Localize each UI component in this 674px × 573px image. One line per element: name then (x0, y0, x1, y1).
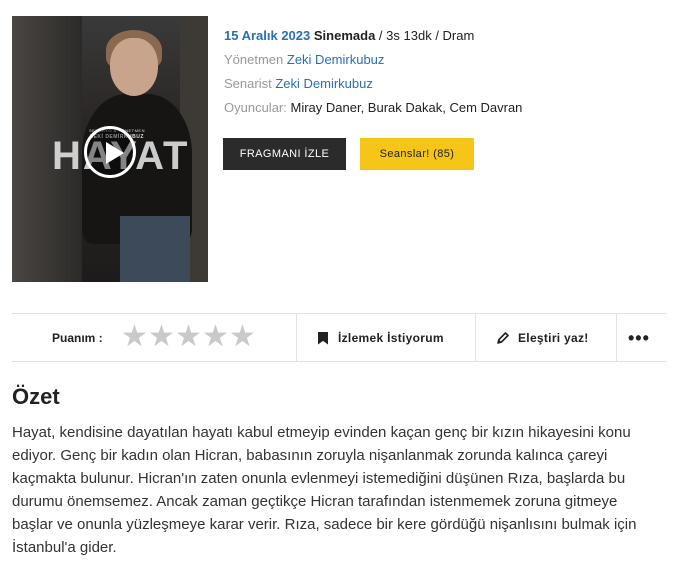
star-icon[interactable]: ★ (175, 322, 202, 352)
rating-bar: Puanım : ★ ★ ★ ★ ★ İzlemek İstiyorum Ele… (12, 313, 666, 362)
separator: / (375, 28, 387, 43)
watchlist-label: İzlemek İstiyorum (338, 331, 444, 345)
summary-text: Hayat, kendisine dayatılan hayatı kabul … (12, 424, 637, 556)
release-row: 15 Aralık 2023 Sinemada / 3s 13dk / Dram (224, 24, 522, 48)
star-icon[interactable]: ★ (202, 322, 229, 352)
more-options-button[interactable]: ••• (628, 314, 650, 362)
cast-label: Oyuncular: (224, 100, 287, 115)
poster-figure-skirt (120, 216, 190, 282)
sessions-button[interactable]: Seanslar! (85) (360, 138, 474, 170)
release-date[interactable]: 15 Aralık 2023 (224, 28, 310, 43)
director-link[interactable]: Zeki Demirkubuz (287, 52, 385, 67)
play-icon[interactable] (84, 126, 136, 178)
divider (475, 314, 476, 362)
director-label: Yönetmen (224, 52, 284, 67)
poster-figure-face (110, 38, 158, 96)
writer-row: Senarist Zeki Demirkubuz (224, 72, 522, 96)
divider (616, 314, 617, 362)
trailer-button[interactable]: FRAGMANI İZLE (223, 138, 346, 170)
summary-title: Özet (12, 384, 60, 409)
divider (296, 314, 297, 362)
bookmark-icon (318, 331, 328, 345)
more-icon: ••• (628, 327, 650, 348)
duration: 3s 13dk (386, 28, 432, 43)
director-row: Yönetmen Zeki Demirkubuz (224, 48, 522, 72)
watchlist-button[interactable]: İzlemek İstiyorum (318, 314, 444, 362)
cast-row: Oyuncular: Miray Daner, Burak Dakak, Cem… (224, 96, 522, 120)
pencil-icon (497, 332, 509, 344)
separator: / (431, 28, 443, 43)
star-icon[interactable]: ★ (229, 322, 256, 352)
review-label: Eleştiri yaz! (518, 331, 589, 345)
genre: Dram (442, 28, 475, 43)
rating-stars[interactable]: ★ ★ ★ ★ ★ (121, 322, 256, 352)
movie-info: 15 Aralık 2023 Sinemada / 3s 13dk / Dram… (224, 24, 522, 120)
star-icon[interactable]: ★ (148, 322, 175, 352)
writer-label: Senarist (224, 76, 272, 91)
writer-link[interactable]: Zeki Demirkubuz (275, 76, 373, 91)
release-status: Sinemada (313, 28, 376, 43)
movie-poster[interactable]: SENARYO & YÖNETMEN ZEKİ DEMİRKUBUZ HAYAT (12, 16, 208, 282)
star-icon[interactable]: ★ (121, 322, 148, 352)
rating-label: Puanım : (52, 331, 103, 345)
write-review-button[interactable]: Eleştiri yaz! (496, 314, 589, 362)
cast-list: Miray Daner, Burak Dakak, Cem Davran (290, 100, 523, 115)
